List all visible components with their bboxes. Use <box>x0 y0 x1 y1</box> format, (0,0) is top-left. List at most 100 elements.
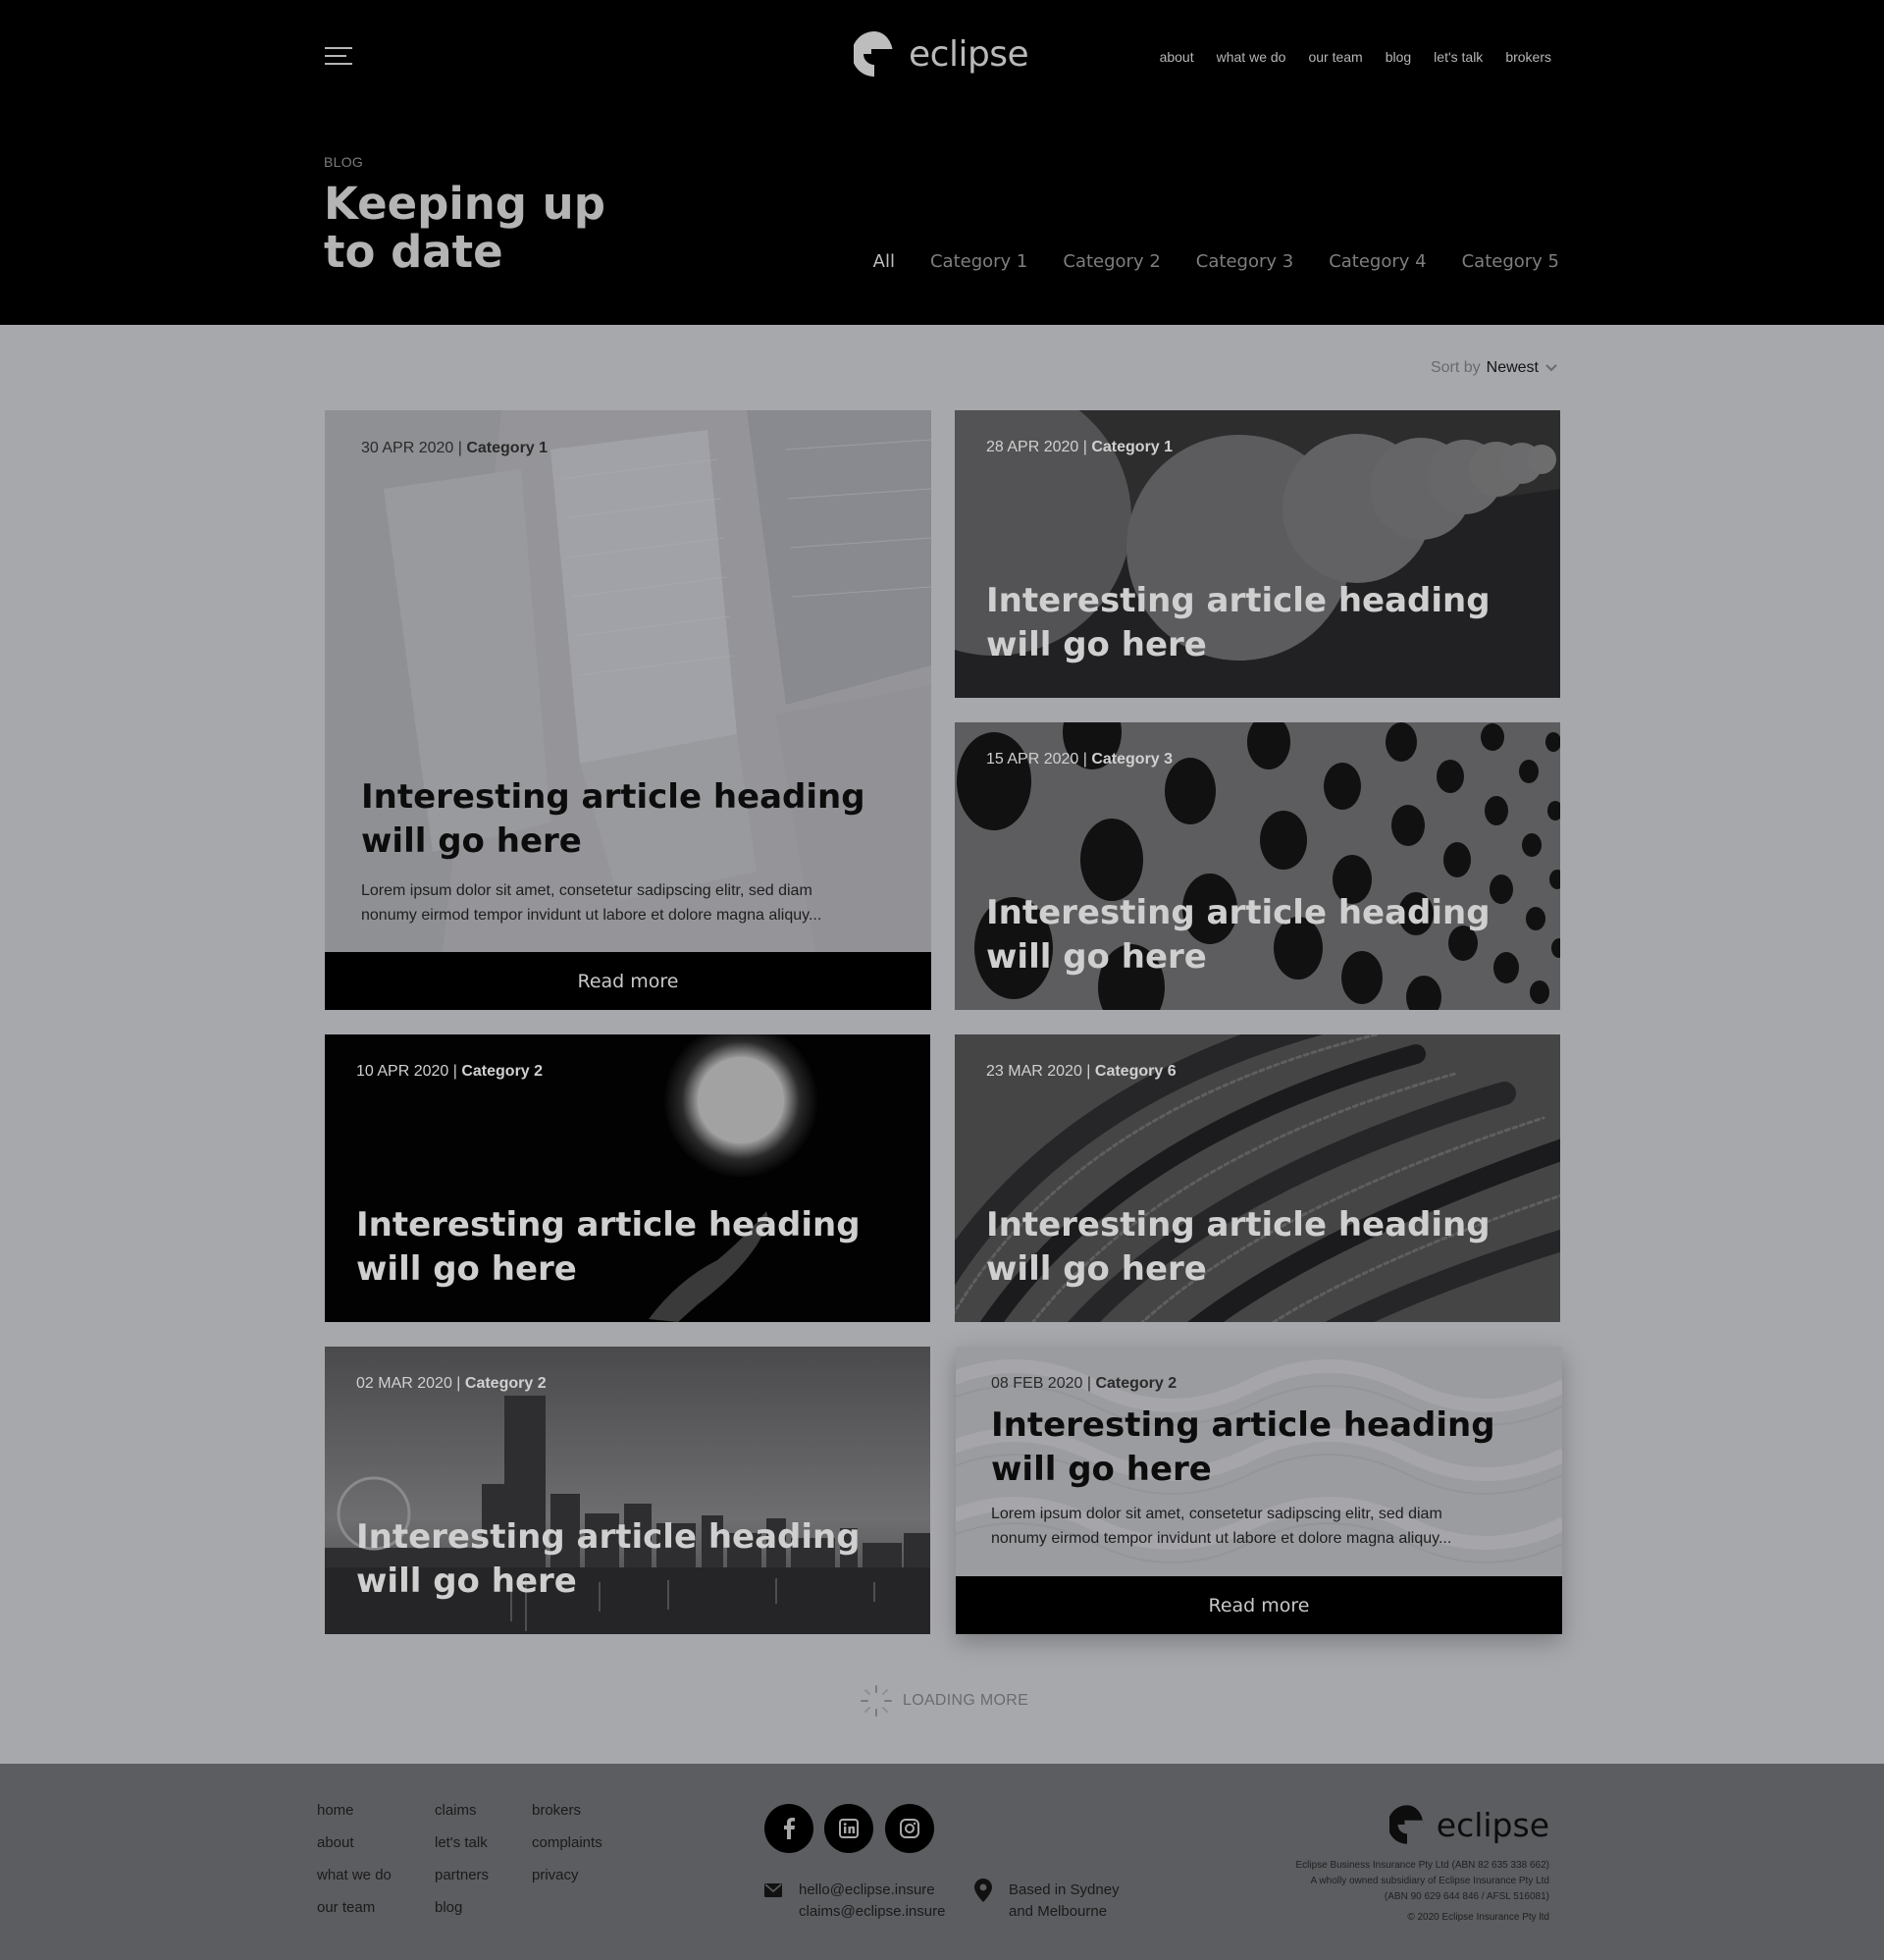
article-heading: Interesting article heading will go here <box>986 1203 1496 1292</box>
article-card[interactable]: 10 APR 2020 | Category 2 Interesting art… <box>325 1034 930 1322</box>
footer-link-partners[interactable]: partners <box>435 1867 489 1884</box>
legal-line-1: Eclipse Business Insurance Pty Ltd (ABN … <box>1295 1860 1549 1871</box>
footer-brand-name: eclipse <box>1436 1805 1549 1844</box>
footer-emails: hello@eclipse.insure claims@eclipse.insu… <box>799 1880 945 1923</box>
article-meta: 23 MAR 2020 | Category 6 <box>986 1063 1177 1080</box>
loading-more-indicator: LOADING MORE <box>860 1684 1028 1718</box>
article-meta: 30 APR 2020 | Category 1 <box>361 440 549 456</box>
article-category: Category 3 <box>1091 751 1174 768</box>
footer-link-about[interactable]: about <box>317 1834 392 1852</box>
article-date: 30 APR 2020 <box>361 440 454 456</box>
filter-category-5[interactable]: Category 5 <box>1462 251 1559 272</box>
nav-our-team[interactable]: our team <box>1308 49 1362 65</box>
article-card[interactable]: 15 APR 2020 | Category 3 Interesting art… <box>955 722 1560 1010</box>
article-excerpt: Lorem ipsum dolor sit amet, consetetur s… <box>361 878 911 927</box>
article-card-hover[interactable]: 08 FEB 2020 | Category 2 Interesting art… <box>956 1347 1562 1634</box>
page-title-line-1: Keeping up <box>324 178 605 230</box>
legal-line-2: A wholly owned subsidiary of Eclipse Ins… <box>1310 1876 1549 1886</box>
footer-links-col-3: brokers complaints privacy <box>532 1802 602 1884</box>
article-category: Category 6 <box>1094 1063 1177 1080</box>
article-heading-line-1: Interesting article heading <box>356 1205 861 1245</box>
article-date: 28 APR 2020 <box>986 439 1079 455</box>
envelope-icon <box>764 1883 782 1897</box>
footer-link-lets-talk[interactable]: let's talk <box>435 1834 489 1852</box>
read-more-button[interactable]: Read more <box>325 952 931 1010</box>
article-meta: 08 FEB 2020 | Category 2 <box>991 1375 1178 1392</box>
article-heading-line-1: Interesting article heading <box>356 1517 861 1557</box>
sort-dropdown[interactable]: Sort by Newest <box>1431 359 1558 377</box>
page-title: Keeping up to date <box>324 180 736 276</box>
article-heading-line-2: will go here <box>361 821 582 861</box>
article-meta: 02 MAR 2020 | Category 2 <box>356 1375 547 1392</box>
read-more-button[interactable]: Read more <box>956 1576 1562 1634</box>
site-footer <box>0 1764 1884 1960</box>
footer-link-complaints[interactable]: complaints <box>532 1834 602 1852</box>
article-card[interactable]: 23 MAR 2020 | Category 6 Interesting art… <box>955 1034 1560 1322</box>
facebook-icon[interactable] <box>764 1804 813 1853</box>
article-card[interactable]: 28 APR 2020 | Category 1 Interesting art… <box>955 410 1560 698</box>
site-header: eclipse about what we do our team blog l… <box>0 0 1884 325</box>
footer-link-brokers[interactable]: brokers <box>532 1802 602 1820</box>
footer-links-col-2: claims let's talk partners blog <box>435 1802 489 1917</box>
linkedin-icon[interactable] <box>824 1804 873 1853</box>
footer-link-what-we-do[interactable]: what we do <box>317 1867 392 1884</box>
eclipse-logo-icon <box>1388 1805 1424 1844</box>
footer-link-blog[interactable]: blog <box>435 1899 489 1917</box>
menu-icon[interactable] <box>325 46 352 66</box>
filter-category-4[interactable]: Category 4 <box>1329 251 1426 272</box>
article-date: 10 APR 2020 <box>356 1063 449 1080</box>
article-heading-line-1: Interesting article heading <box>991 1405 1495 1445</box>
brand-name: eclipse <box>909 33 1029 75</box>
article-date: 23 MAR 2020 <box>986 1063 1082 1080</box>
footer-links-col-1: home about what we do our team <box>317 1802 392 1917</box>
footer-link-home[interactable]: home <box>317 1802 392 1820</box>
article-excerpt-line-2: nonumy eirmod tempor invidunt ut labore … <box>991 1530 1452 1547</box>
nav-brokers[interactable]: brokers <box>1505 49 1551 65</box>
article-category: Category 1 <box>1091 439 1174 455</box>
footer-location: Based in Sydney and Melbourne <box>1009 1880 1120 1923</box>
article-category: Category 2 <box>1095 1375 1178 1392</box>
footer-link-claims[interactable]: claims <box>435 1802 489 1820</box>
article-excerpt-line-2: nonumy eirmod tempor invidunt ut labore … <box>361 907 822 924</box>
nav-what-we-do[interactable]: what we do <box>1217 49 1286 65</box>
article-date: 02 MAR 2020 <box>356 1375 452 1392</box>
article-date: 08 FEB 2020 <box>991 1375 1083 1392</box>
email-hello-link[interactable]: hello@eclipse.insure <box>799 1880 945 1901</box>
nav-lets-talk[interactable]: let's talk <box>1434 49 1483 65</box>
spinner-icon <box>861 1685 892 1717</box>
article-meta: 10 APR 2020 | Category 2 <box>356 1063 544 1080</box>
article-heading-line-2: will go here <box>356 1562 577 1601</box>
footer-link-our-team[interactable]: our team <box>317 1899 392 1917</box>
filter-category-1[interactable]: Category 1 <box>930 251 1027 272</box>
nav-blog[interactable]: blog <box>1386 49 1411 65</box>
article-card[interactable]: 02 MAR 2020 | Category 2 Interesting art… <box>325 1347 930 1634</box>
footer-brand-logo[interactable]: eclipse <box>1388 1803 1549 1846</box>
filter-category-2[interactable]: Category 2 <box>1063 251 1160 272</box>
article-heading: Interesting article heading will go here <box>986 579 1496 667</box>
section-eyebrow: BLOG <box>324 154 364 170</box>
instagram-icon[interactable] <box>885 1804 934 1853</box>
category-filter: All Category 1 Category 2 Category 3 Cat… <box>873 251 1559 272</box>
article-excerpt: Lorem ipsum dolor sit amet, consetetur s… <box>991 1502 1541 1551</box>
chevron-down-icon <box>1545 364 1557 372</box>
article-card-featured[interactable]: 30 APR 2020 | Category 1 Interesting art… <box>325 410 931 1010</box>
article-meta: 28 APR 2020 | Category 1 <box>986 439 1174 455</box>
article-image <box>325 410 931 952</box>
nav-about[interactable]: about <box>1160 49 1194 65</box>
location-line-2: and Melbourne <box>1009 1903 1108 1920</box>
email-claims-link[interactable]: claims@eclipse.insure <box>799 1901 945 1923</box>
article-date: 15 APR 2020 <box>986 751 1079 768</box>
filter-category-3[interactable]: Category 3 <box>1196 251 1293 272</box>
article-heading-line-2: will go here <box>986 937 1207 977</box>
brand-logo[interactable]: eclipse <box>854 29 1029 79</box>
legal-line-3: (ABN 90 629 644 846 / AFSL 516081) <box>1384 1891 1549 1902</box>
article-heading: Interesting article heading will go here <box>361 775 871 864</box>
location-pin-icon <box>974 1879 992 1902</box>
page-title-line-2: to date <box>324 226 503 278</box>
eclipse-logo-icon <box>854 31 893 77</box>
footer-link-privacy[interactable]: privacy <box>532 1867 602 1884</box>
article-excerpt-line-1: Lorem ipsum dolor sit amet, consetetur s… <box>361 882 812 899</box>
filter-all[interactable]: All <box>873 251 895 272</box>
article-heading: Interesting article heading will go here <box>356 1203 866 1292</box>
sort-value: Newest <box>1486 359 1539 376</box>
